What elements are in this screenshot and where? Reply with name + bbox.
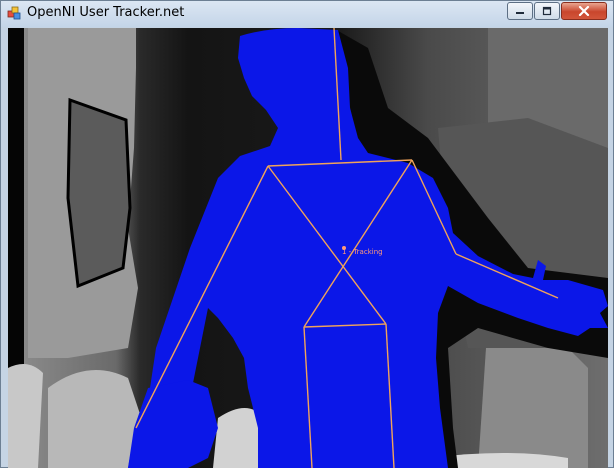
title-bar[interactable]: OpenNI User Tracker.net: [1, 1, 613, 27]
depth-view[interactable]: 1 - Tracking: [8, 28, 608, 468]
right-box: [478, 348, 588, 468]
depth-image: 1 - Tracking: [8, 28, 608, 468]
minimize-icon: [516, 12, 524, 14]
minimize-button[interactable]: [507, 2, 533, 20]
window-title: OpenNI User Tracker.net: [27, 5, 185, 20]
floor-object-far-left: [8, 364, 43, 468]
tracking-label: 1 - Tracking: [342, 248, 383, 256]
close-button[interactable]: [561, 2, 607, 20]
maximize-icon: [542, 6, 552, 16]
door-frame-shadow: [66, 97, 132, 289]
maximize-button[interactable]: [534, 2, 560, 20]
app-window-icon: [7, 6, 21, 20]
app-window: OpenNI User Tracker.net 1 - Tracking: [0, 0, 614, 468]
close-icon: [578, 6, 590, 16]
